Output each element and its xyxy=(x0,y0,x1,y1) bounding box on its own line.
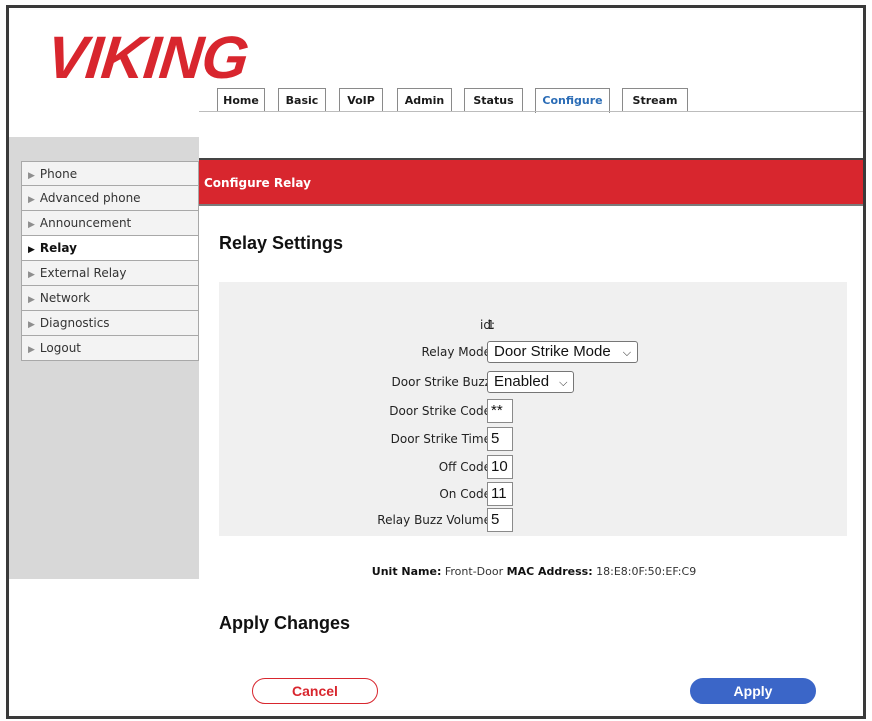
cancel-button[interactable]: Cancel xyxy=(252,678,378,704)
arrow-right-icon: ▶ xyxy=(28,195,35,205)
tab-admin[interactable]: Admin xyxy=(397,88,452,112)
sidebar-item-label: Advanced phone xyxy=(39,191,141,205)
relay-mode-select[interactable]: Door Strike Mode ⌵ xyxy=(487,341,639,363)
sidebar-item-diagnostics[interactable]: ▶ Diagnostics xyxy=(21,311,199,336)
arrow-right-icon: ▶ xyxy=(28,171,35,181)
relay-mode-value: Door Strike Mode xyxy=(494,343,611,360)
sidebar-item-label: Announcement xyxy=(39,216,132,230)
relay-buzz-volume-row: Relay Buzz Volume: 5 xyxy=(219,508,847,532)
door-strike-time-input[interactable]: 5 xyxy=(487,427,513,451)
relay-settings-panel: id: 1 Relay Mode: Door Strike Mode ⌵ Door… xyxy=(219,282,847,536)
off-code-input[interactable]: 10 xyxy=(487,455,513,479)
sidebar-item-label: Phone xyxy=(39,167,78,181)
relay-buzz-volume-label: Relay Buzz Volume: xyxy=(377,513,495,527)
relay-mode-row: Relay Mode: Door Strike Mode ⌵ xyxy=(219,340,847,364)
arrow-right-icon: ▶ xyxy=(28,320,35,330)
tab-voip[interactable]: VoIP xyxy=(339,88,383,112)
chevron-down-icon: ⌵ xyxy=(559,377,568,389)
door-strike-time-label: Door Strike Time: xyxy=(390,432,495,446)
tab-status[interactable]: Status xyxy=(464,88,523,112)
arrow-right-icon: ▶ xyxy=(28,295,35,305)
door-strike-code-input[interactable]: ** xyxy=(487,399,513,423)
on-code-input[interactable]: 11 xyxy=(487,482,513,506)
relay-settings-heading: Relay Settings xyxy=(219,233,344,253)
sidebar-item-advanced-phone[interactable]: ▶ Advanced phone xyxy=(21,186,199,211)
sidebar-item-label: Network xyxy=(39,291,91,305)
tab-stream[interactable]: Stream xyxy=(622,88,688,112)
on-code-row: On Code: 11 xyxy=(219,482,847,506)
unit-info: Unit Name: Front-Door MAC Address: 18:E8… xyxy=(199,565,863,578)
mac-address-value: 18:E8:0F:50:EF:C9 xyxy=(596,565,697,578)
arrow-right-icon: ▶ xyxy=(28,245,35,255)
apply-button[interactable]: Apply xyxy=(690,678,816,704)
sidebar-item-label: Logout xyxy=(39,341,82,355)
apply-changes-heading: Apply Changes xyxy=(219,613,351,633)
chevron-down-icon: ⌵ xyxy=(622,347,632,359)
sidebar-nav: ▶ Phone ▶ Advanced phone ▶ Announcement ▶ Re… xyxy=(21,161,199,361)
door-strike-buzz-value: Enabled xyxy=(494,373,550,390)
browser-frame: VIKING Home Basic VoIP Admin Status Conf… xyxy=(6,5,866,719)
off-code-row: Off Code: 10 xyxy=(219,455,847,479)
unit-name-value: Front-Door xyxy=(444,565,504,578)
mac-address-label: MAC Address: xyxy=(506,565,593,578)
sidebar-item-network[interactable]: ▶ Network xyxy=(21,286,199,311)
id-value: 1 xyxy=(487,318,495,332)
door-strike-buzz-label: Door Strike Buzz: xyxy=(391,375,495,389)
arrow-right-icon: ▶ xyxy=(28,345,35,355)
sidebar-item-logout[interactable]: ▶ Logout xyxy=(21,336,199,361)
door-strike-code-label: Door Strike Code: xyxy=(389,404,495,418)
section-title-bar: Configure Relay xyxy=(199,160,863,206)
sidebar-item-label: Relay xyxy=(39,241,77,255)
relay-buzz-volume-input[interactable]: 5 xyxy=(487,508,513,532)
sidebar-item-relay[interactable]: ▶ Relay xyxy=(21,236,199,261)
sidebar-item-label: Diagnostics xyxy=(39,316,110,330)
tab-basic[interactable]: Basic xyxy=(278,88,326,112)
arrow-right-icon: ▶ xyxy=(28,220,35,230)
door-strike-buzz-select[interactable]: Enabled ⌵ xyxy=(487,371,575,393)
viking-logo: VIKING xyxy=(43,24,252,91)
sidebar-item-announcement[interactable]: ▶ Announcement xyxy=(21,211,199,236)
id-row: id: 1 xyxy=(219,313,847,337)
arrow-right-icon: ▶ xyxy=(28,270,35,280)
door-strike-time-row: Door Strike Time: 5 xyxy=(219,427,847,451)
relay-mode-label: Relay Mode: xyxy=(421,345,495,359)
door-strike-code-row: Door Strike Code: ** xyxy=(219,399,847,423)
tab-underline xyxy=(199,111,863,112)
tab-home[interactable]: Home xyxy=(217,88,265,112)
sidebar-item-phone[interactable]: ▶ Phone xyxy=(21,161,199,186)
unit-name-label: Unit Name: xyxy=(371,565,442,578)
door-strike-buzz-row: Door Strike Buzz: Enabled ⌵ xyxy=(219,370,847,394)
sidebar-item-label: External Relay xyxy=(39,266,127,280)
tab-configure[interactable]: Configure xyxy=(535,88,610,113)
sidebar-item-external-relay[interactable]: ▶ External Relay xyxy=(21,261,199,286)
